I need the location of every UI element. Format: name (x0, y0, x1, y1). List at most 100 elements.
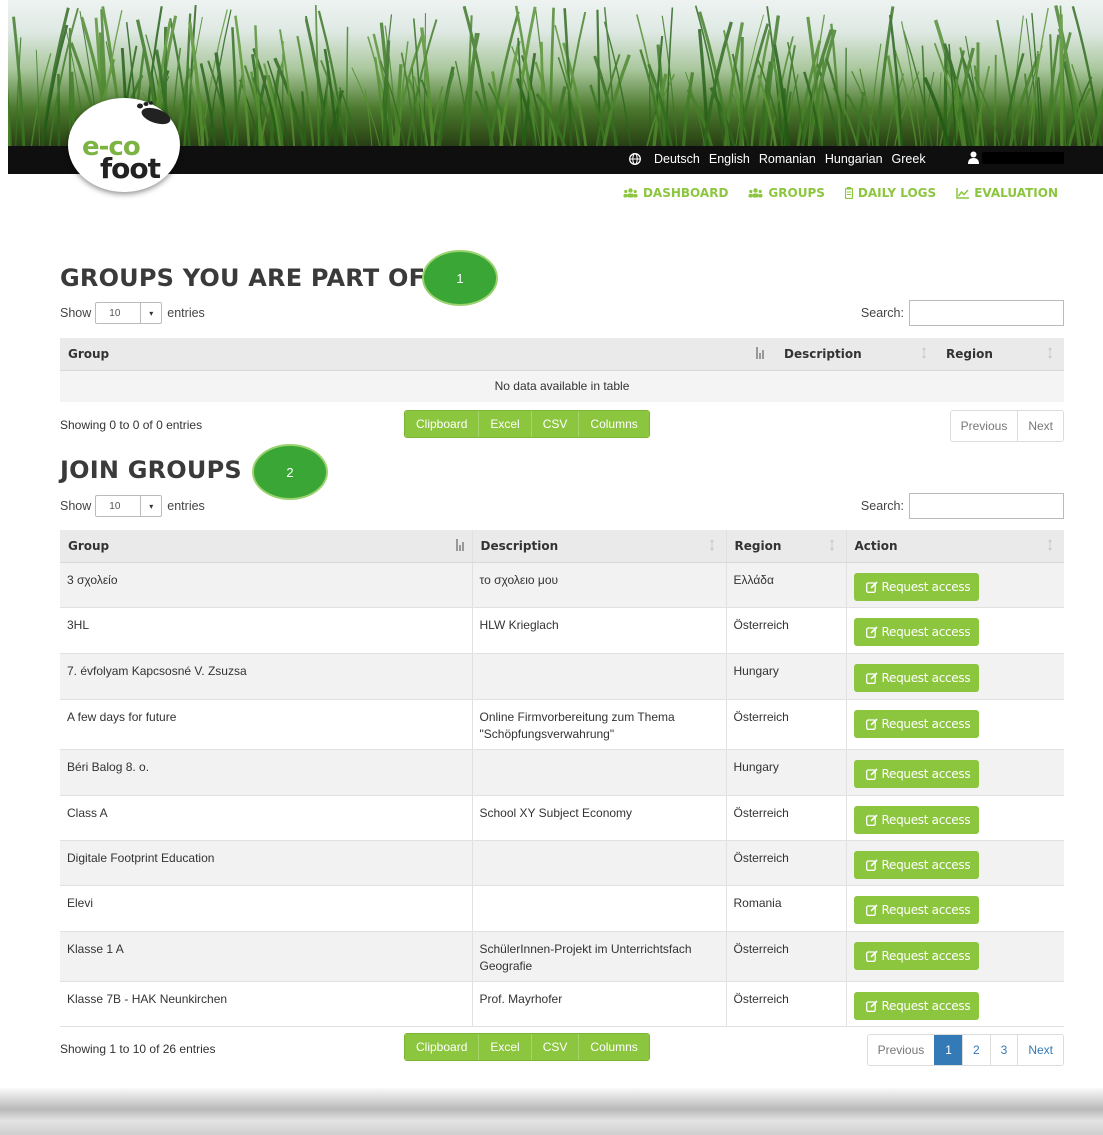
request-access-button[interactable]: Request access (853, 709, 980, 738)
search-input[interactable] (909, 493, 1064, 519)
clipboard-button[interactable]: Clipboard (405, 411, 479, 437)
cell-region: Österreich (725, 840, 846, 886)
column-header-action[interactable]: Action (845, 530, 1064, 563)
edit-icon (865, 903, 878, 916)
cell-action: Request access (845, 607, 1064, 654)
sort-icon (1048, 347, 1052, 359)
entries-select[interactable]: 10 ▾ (95, 302, 163, 324)
column-header-region[interactable]: Region (938, 338, 1064, 371)
columns-button[interactable]: Columns (578, 1034, 649, 1060)
cell-region: Österreich (725, 931, 846, 982)
columns-button[interactable]: Columns (578, 411, 649, 437)
nav-dashboard[interactable]: DASHBOARD (623, 186, 728, 200)
user-name-redacted[interactable] (982, 152, 1064, 164)
clipboard-icon (844, 187, 853, 199)
csv-button[interactable]: CSV (530, 1034, 579, 1060)
entries-select[interactable]: 10 ▾ (95, 495, 163, 517)
cell-region: Österreich (725, 795, 846, 841)
lang-hungarian[interactable]: Hungarian (825, 152, 883, 166)
column-header-group[interactable]: Group (60, 530, 472, 563)
request-access-label: Request access (881, 766, 971, 781)
annotation-badge-2: 2 (252, 444, 328, 500)
previous-button[interactable]: Previous (950, 411, 1018, 441)
cell-description (471, 840, 726, 886)
export-buttons: Clipboard Excel CSV Columns (404, 410, 650, 438)
previous-button[interactable]: Previous (867, 1035, 935, 1065)
request-access-button[interactable]: Request access (853, 572, 980, 601)
cell-action: Request access (845, 653, 1064, 700)
cell-region: Österreich (725, 981, 846, 1027)
cell-region: Österreich (725, 699, 846, 750)
page-1-button[interactable]: 1 (934, 1035, 962, 1065)
lang-english[interactable]: English (709, 152, 750, 166)
next-button[interactable]: Next (1017, 1035, 1063, 1065)
lang-romanian[interactable]: Romanian (759, 152, 816, 166)
column-header-label: Group (68, 346, 110, 361)
csv-button[interactable]: CSV (530, 411, 579, 437)
request-access-button[interactable]: Request access (853, 991, 980, 1020)
search-control: Search: (861, 493, 1064, 519)
request-access-button[interactable]: Request access (853, 895, 980, 924)
request-access-button[interactable]: Request access (853, 850, 980, 879)
cell-description: Online Firmvorbereitung zum Thema "Schöp… (471, 699, 726, 750)
sort-icon (709, 539, 714, 551)
cell-description: SchülerInnen-Projekt im Unterrichtsfach … (471, 931, 726, 982)
nav-evaluation-label: EVALUATION (974, 186, 1058, 200)
next-button[interactable]: Next (1017, 411, 1063, 441)
section-title-my-groups: GROUPS YOU ARE PART OF (60, 264, 426, 292)
search-input[interactable] (909, 300, 1064, 326)
lang-greek[interactable]: Greek (892, 152, 926, 166)
main-nav: DASHBOARD GROUPS DAILY LOGS EVALUATION (603, 186, 1058, 200)
pagination: Previous 1 2 3 Next (866, 1034, 1064, 1066)
cell-group: Klasse 7B - HAK Neunkirchen (60, 981, 472, 1027)
cell-description: HLW Krieglach (471, 607, 726, 654)
sort-icon (829, 539, 834, 551)
table-row: Béri Balog 8. o. Hungary Request access (60, 749, 1064, 796)
request-access-button[interactable]: Request access (853, 941, 980, 970)
column-header-region[interactable]: Region (725, 530, 846, 563)
entries-length-control: Show 10 ▾ entries (60, 302, 205, 324)
nav-evaluation[interactable]: EVALUATION (956, 186, 1058, 200)
entries-select-value: 10 (109, 307, 121, 319)
excel-button[interactable]: Excel (478, 1034, 531, 1060)
cell-region: Romania (725, 885, 846, 932)
search-control: Search: (861, 300, 1064, 326)
cell-group: Klasse 1 A (60, 931, 472, 982)
my-groups-table: Group Description Region No data availab… (60, 338, 1064, 402)
excel-button[interactable]: Excel (478, 411, 531, 437)
users-icon (748, 188, 763, 198)
table-row: 3 σχολείο το σχολειο μου Ελλάδα Request acc… (60, 562, 1064, 608)
lang-deutsch[interactable]: Deutsch (654, 152, 700, 166)
column-header-label: Action (854, 538, 898, 553)
nav-daily-logs[interactable]: DAILY LOGS (844, 186, 936, 200)
search-label: Search: (860, 499, 904, 513)
clipboard-button[interactable]: Clipboard (405, 1034, 479, 1060)
join-groups-table: Group Description Region Action 3 σχολεί… (60, 530, 1064, 1027)
globe-icon (629, 153, 641, 165)
edit-icon (865, 813, 878, 826)
request-access-button[interactable]: Request access (853, 805, 980, 834)
nav-groups-label: GROUPS (768, 186, 825, 200)
language-switcher: Deutsch English Romanian Hungarian Greek (629, 150, 935, 168)
column-header-description[interactable]: Description (772, 338, 938, 371)
cell-action: Request access (845, 795, 1064, 841)
entries-length-control: Show 10 ▾ entries (60, 495, 205, 517)
column-header-label: Region (946, 346, 993, 361)
cell-region: Hungary (725, 653, 846, 700)
table-row: A few days for future Online Firmvorberei… (60, 699, 1064, 750)
eco-foot-logo[interactable]: e-co foot (68, 98, 180, 192)
cell-action: Request access (845, 699, 1064, 750)
cell-group: 7. évfolyam Kapcsosné V. Zsuzsa (60, 653, 472, 700)
page-3-button[interactable]: 3 (989, 1035, 1018, 1065)
cell-region: Ελλάδα (725, 562, 846, 608)
edit-icon (865, 671, 878, 684)
request-access-button[interactable]: Request access (853, 617, 980, 646)
column-header-description[interactable]: Description (471, 530, 726, 563)
export-buttons: Clipboard Excel CSV Columns (404, 1033, 650, 1061)
request-access-button[interactable]: Request access (853, 759, 980, 788)
nav-groups[interactable]: GROUPS (748, 186, 825, 200)
request-access-button[interactable]: Request access (853, 663, 980, 692)
user-icon[interactable] (968, 151, 979, 164)
column-header-group[interactable]: Group (60, 338, 772, 371)
page-2-button[interactable]: 2 (961, 1035, 990, 1065)
